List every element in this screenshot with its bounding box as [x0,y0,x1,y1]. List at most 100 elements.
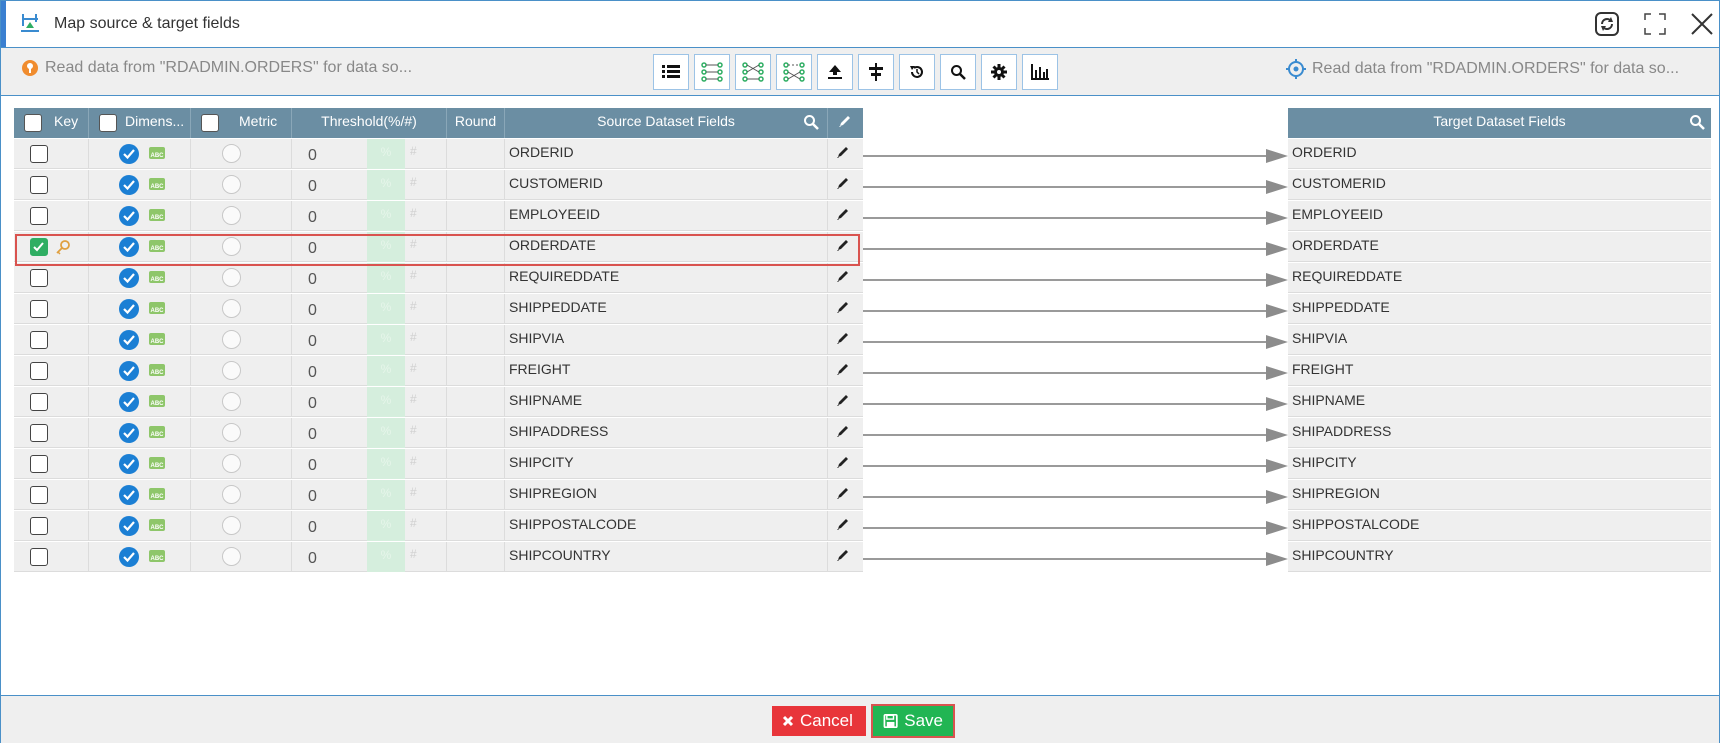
percent-toggle[interactable]: % [367,511,405,541]
metric-radio[interactable] [222,361,241,380]
round-cell[interactable] [447,201,505,231]
map-by-position-button[interactable] [776,54,812,90]
metric-radio[interactable] [222,299,241,318]
count-toggle[interactable]: # [410,485,417,499]
metric-radio[interactable] [222,454,241,473]
percent-toggle[interactable]: % [367,170,405,200]
edit-pencil-icon[interactable] [836,176,850,190]
dimension-select-all-checkbox[interactable] [99,114,117,132]
round-cell[interactable] [447,511,505,541]
key-checkbox[interactable] [30,300,48,318]
upload-button[interactable] [817,54,853,90]
metric-radio[interactable] [222,516,241,535]
round-cell[interactable] [447,263,505,293]
map-all-button[interactable] [694,54,730,90]
dimension-checkbox[interactable] [119,423,139,443]
count-toggle[interactable]: # [410,516,417,530]
count-toggle[interactable]: # [410,144,417,158]
cancel-button[interactable]: Cancel [772,706,866,736]
count-toggle[interactable]: # [410,237,417,251]
count-toggle[interactable]: # [410,392,417,406]
metric-radio[interactable] [222,423,241,442]
save-button[interactable]: Save [871,704,955,738]
count-toggle[interactable]: # [410,454,417,468]
dimension-checkbox[interactable] [119,516,139,536]
percent-toggle[interactable]: % [367,294,405,324]
round-cell[interactable] [447,542,505,572]
count-toggle[interactable]: # [410,423,417,437]
dimension-checkbox[interactable] [119,144,139,164]
edit-pencil-icon[interactable] [836,145,850,159]
edit-pencil-icon[interactable] [836,424,850,438]
dimension-checkbox[interactable] [119,268,139,288]
metric-radio[interactable] [222,330,241,349]
round-cell[interactable] [447,356,505,386]
refresh-icon[interactable] [1594,11,1620,37]
source-search-icon[interactable] [803,114,819,130]
percent-toggle[interactable]: % [367,356,405,386]
round-cell[interactable] [447,418,505,448]
key-checkbox[interactable] [30,486,48,504]
percent-toggle[interactable]: % [367,325,405,355]
count-toggle[interactable]: # [410,361,417,375]
dimension-checkbox[interactable] [119,175,139,195]
key-checkbox[interactable] [30,362,48,380]
threshold-input[interactable]: 0 [308,240,317,258]
dimension-checkbox[interactable] [119,392,139,412]
key-checkbox[interactable] [30,424,48,442]
threshold-input[interactable]: 0 [308,457,317,475]
dimension-checkbox[interactable] [119,547,139,567]
close-icon[interactable] [1689,11,1715,37]
key-checkbox[interactable] [30,207,48,225]
threshold-input[interactable]: 0 [308,147,317,165]
reset-button[interactable] [899,54,935,90]
edit-pencil-icon[interactable] [836,486,850,500]
dimension-checkbox[interactable] [119,237,139,257]
key-select-all-checkbox[interactable] [24,114,42,132]
key-checkbox[interactable] [30,238,48,256]
key-checkbox[interactable] [30,548,48,566]
metric-radio[interactable] [222,392,241,411]
threshold-input[interactable]: 0 [308,550,317,568]
threshold-input[interactable]: 0 [308,209,317,227]
edit-pencil-icon[interactable] [836,393,850,407]
dimension-checkbox[interactable] [119,206,139,226]
threshold-input[interactable]: 0 [308,364,317,382]
percent-toggle[interactable]: % [367,480,405,510]
key-checkbox[interactable] [30,145,48,163]
metric-radio[interactable] [222,485,241,504]
metric-select-all-checkbox[interactable] [201,114,219,132]
target-search-icon[interactable] [1689,114,1705,130]
threshold-input[interactable]: 0 [308,519,317,537]
percent-toggle[interactable]: % [367,232,405,262]
round-cell[interactable] [447,139,505,169]
percent-toggle[interactable]: % [367,139,405,169]
percent-toggle[interactable]: % [367,263,405,293]
key-checkbox[interactable] [30,176,48,194]
metric-radio[interactable] [222,268,241,287]
round-cell[interactable] [447,232,505,262]
metric-radio[interactable] [222,237,241,256]
count-toggle[interactable]: # [410,268,417,282]
percent-toggle[interactable]: % [367,387,405,417]
edit-pencil-icon[interactable] [836,331,850,345]
round-cell[interactable] [447,480,505,510]
threshold-input[interactable]: 0 [308,178,317,196]
metric-radio[interactable] [222,206,241,225]
edit-pencil-icon[interactable] [836,300,850,314]
dimension-checkbox[interactable] [119,361,139,381]
round-cell[interactable] [447,170,505,200]
maximize-icon[interactable] [1642,11,1668,37]
round-cell[interactable] [447,325,505,355]
edit-all-pencil-icon[interactable] [838,114,852,128]
count-toggle[interactable]: # [410,299,417,313]
edit-pencil-icon[interactable] [836,548,850,562]
threshold-input[interactable]: 0 [308,333,317,351]
count-toggle[interactable]: # [410,330,417,344]
threshold-input[interactable]: 0 [308,488,317,506]
threshold-input[interactable]: 0 [308,395,317,413]
key-checkbox[interactable] [30,517,48,535]
edit-pencil-icon[interactable] [836,517,850,531]
count-toggle[interactable]: # [410,547,417,561]
dimension-checkbox[interactable] [119,485,139,505]
